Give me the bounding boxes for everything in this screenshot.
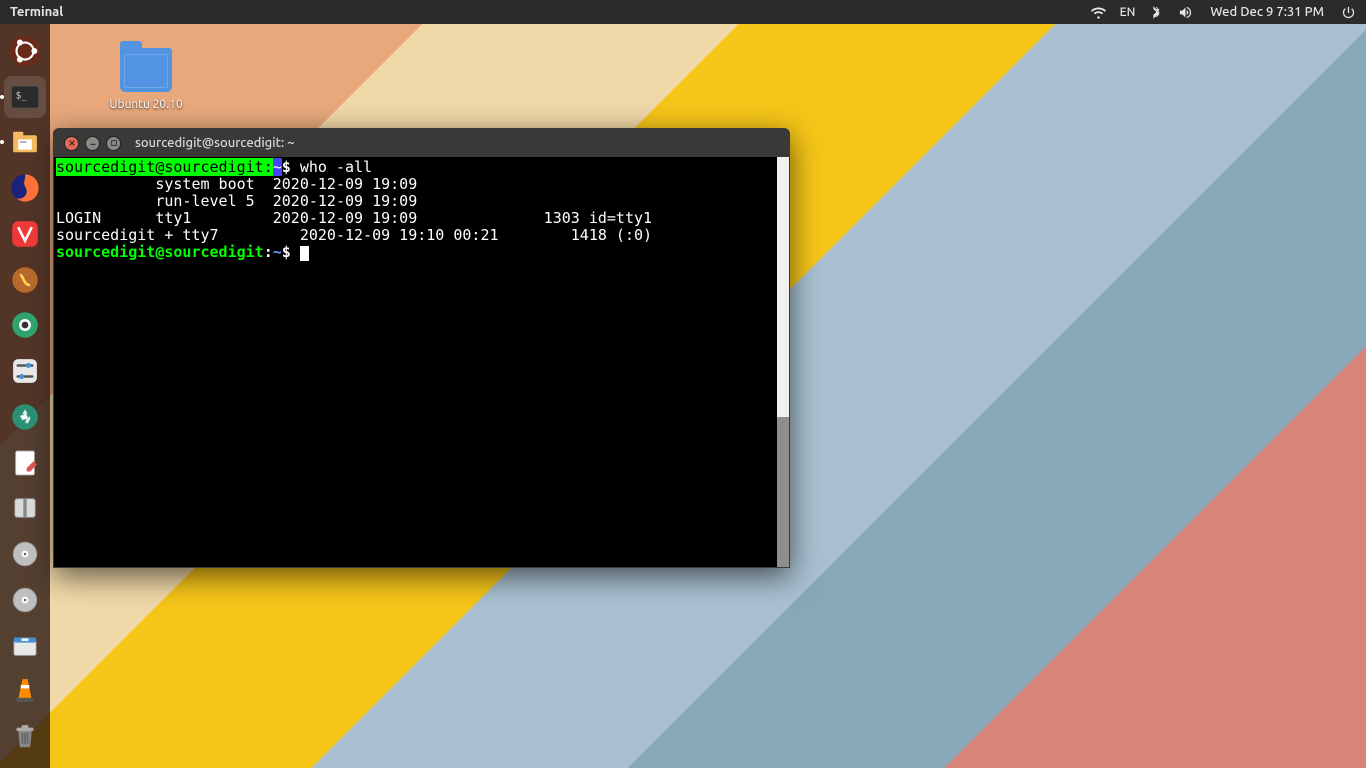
dock-trash[interactable] [4, 716, 46, 758]
terminal-output-line: system boot 2020-12-09 19:09 [56, 176, 789, 193]
terminal-body[interactable]: sourcedigit@sourcedigit:~$ who -all syst… [54, 157, 789, 567]
volume-icon[interactable] [1171, 0, 1200, 24]
top-panel: Terminal EN Wed Dec 9 7:31 PM [0, 0, 1366, 24]
dock-vlc[interactable] [4, 671, 46, 713]
dock-firefox[interactable] [4, 167, 46, 209]
dock-files[interactable] [4, 122, 46, 164]
language-indicator[interactable]: EN [1113, 0, 1143, 24]
dock-shutter[interactable] [4, 305, 46, 347]
terminal-window[interactable]: sourcedigit@sourcedigit: ~ sourcedigit@s… [53, 128, 790, 568]
launcher-dock: $_ [0, 24, 50, 768]
dock-vivaldi[interactable] [4, 213, 46, 255]
terminal-output-line: run-level 5 2020-12-09 19:09 [56, 193, 789, 210]
desktop-folder-ubuntu[interactable]: Ubuntu 20.10 [96, 48, 196, 111]
dock-software[interactable] [4, 625, 46, 667]
svg-text:$_: $_ [16, 90, 28, 101]
power-icon[interactable] [1334, 0, 1366, 24]
dock-gedit[interactable] [4, 442, 46, 484]
terminal-output-line: sourcedigit + tty7 2020-12-09 19:10 00:2… [56, 227, 789, 244]
terminal-scrollbar-thumb[interactable] [777, 417, 789, 567]
clock[interactable]: Wed Dec 9 7:31 PM [1200, 0, 1334, 24]
window-maximize-button[interactable] [106, 136, 121, 151]
desktop-folder-label: Ubuntu 20.10 [96, 98, 196, 111]
wifi-icon[interactable] [1084, 0, 1113, 24]
active-app-label[interactable]: Terminal [0, 5, 63, 19]
dock-ubuntu-dash[interactable] [4, 30, 46, 72]
terminal-title-text: sourcedigit@sourcedigit: ~ [131, 136, 295, 150]
terminal-prompt-line-2: sourcedigit@sourcedigit:~$ [56, 244, 789, 261]
bluetooth-icon[interactable] [1142, 0, 1171, 24]
window-minimize-button[interactable] [85, 136, 100, 151]
terminal-titlebar[interactable]: sourcedigit@sourcedigit: ~ [54, 129, 789, 157]
dock-tweaks[interactable] [4, 350, 46, 392]
terminal-cursor [300, 246, 309, 261]
dock-archive[interactable] [4, 488, 46, 530]
dock-dconf[interactable] [4, 396, 46, 438]
folder-icon [120, 48, 172, 92]
dock-disks2[interactable] [4, 579, 46, 621]
dock-app-brown[interactable] [4, 259, 46, 301]
terminal-output-line: LOGIN tty1 2020-12-09 19:09 1303 id=tty1 [56, 210, 789, 227]
terminal-prompt-line-1: sourcedigit@sourcedigit:~$ who -all [56, 159, 789, 176]
dock-disks[interactable] [4, 533, 46, 575]
window-close-button[interactable] [64, 136, 79, 151]
dock-terminal[interactable]: $_ [4, 76, 46, 118]
